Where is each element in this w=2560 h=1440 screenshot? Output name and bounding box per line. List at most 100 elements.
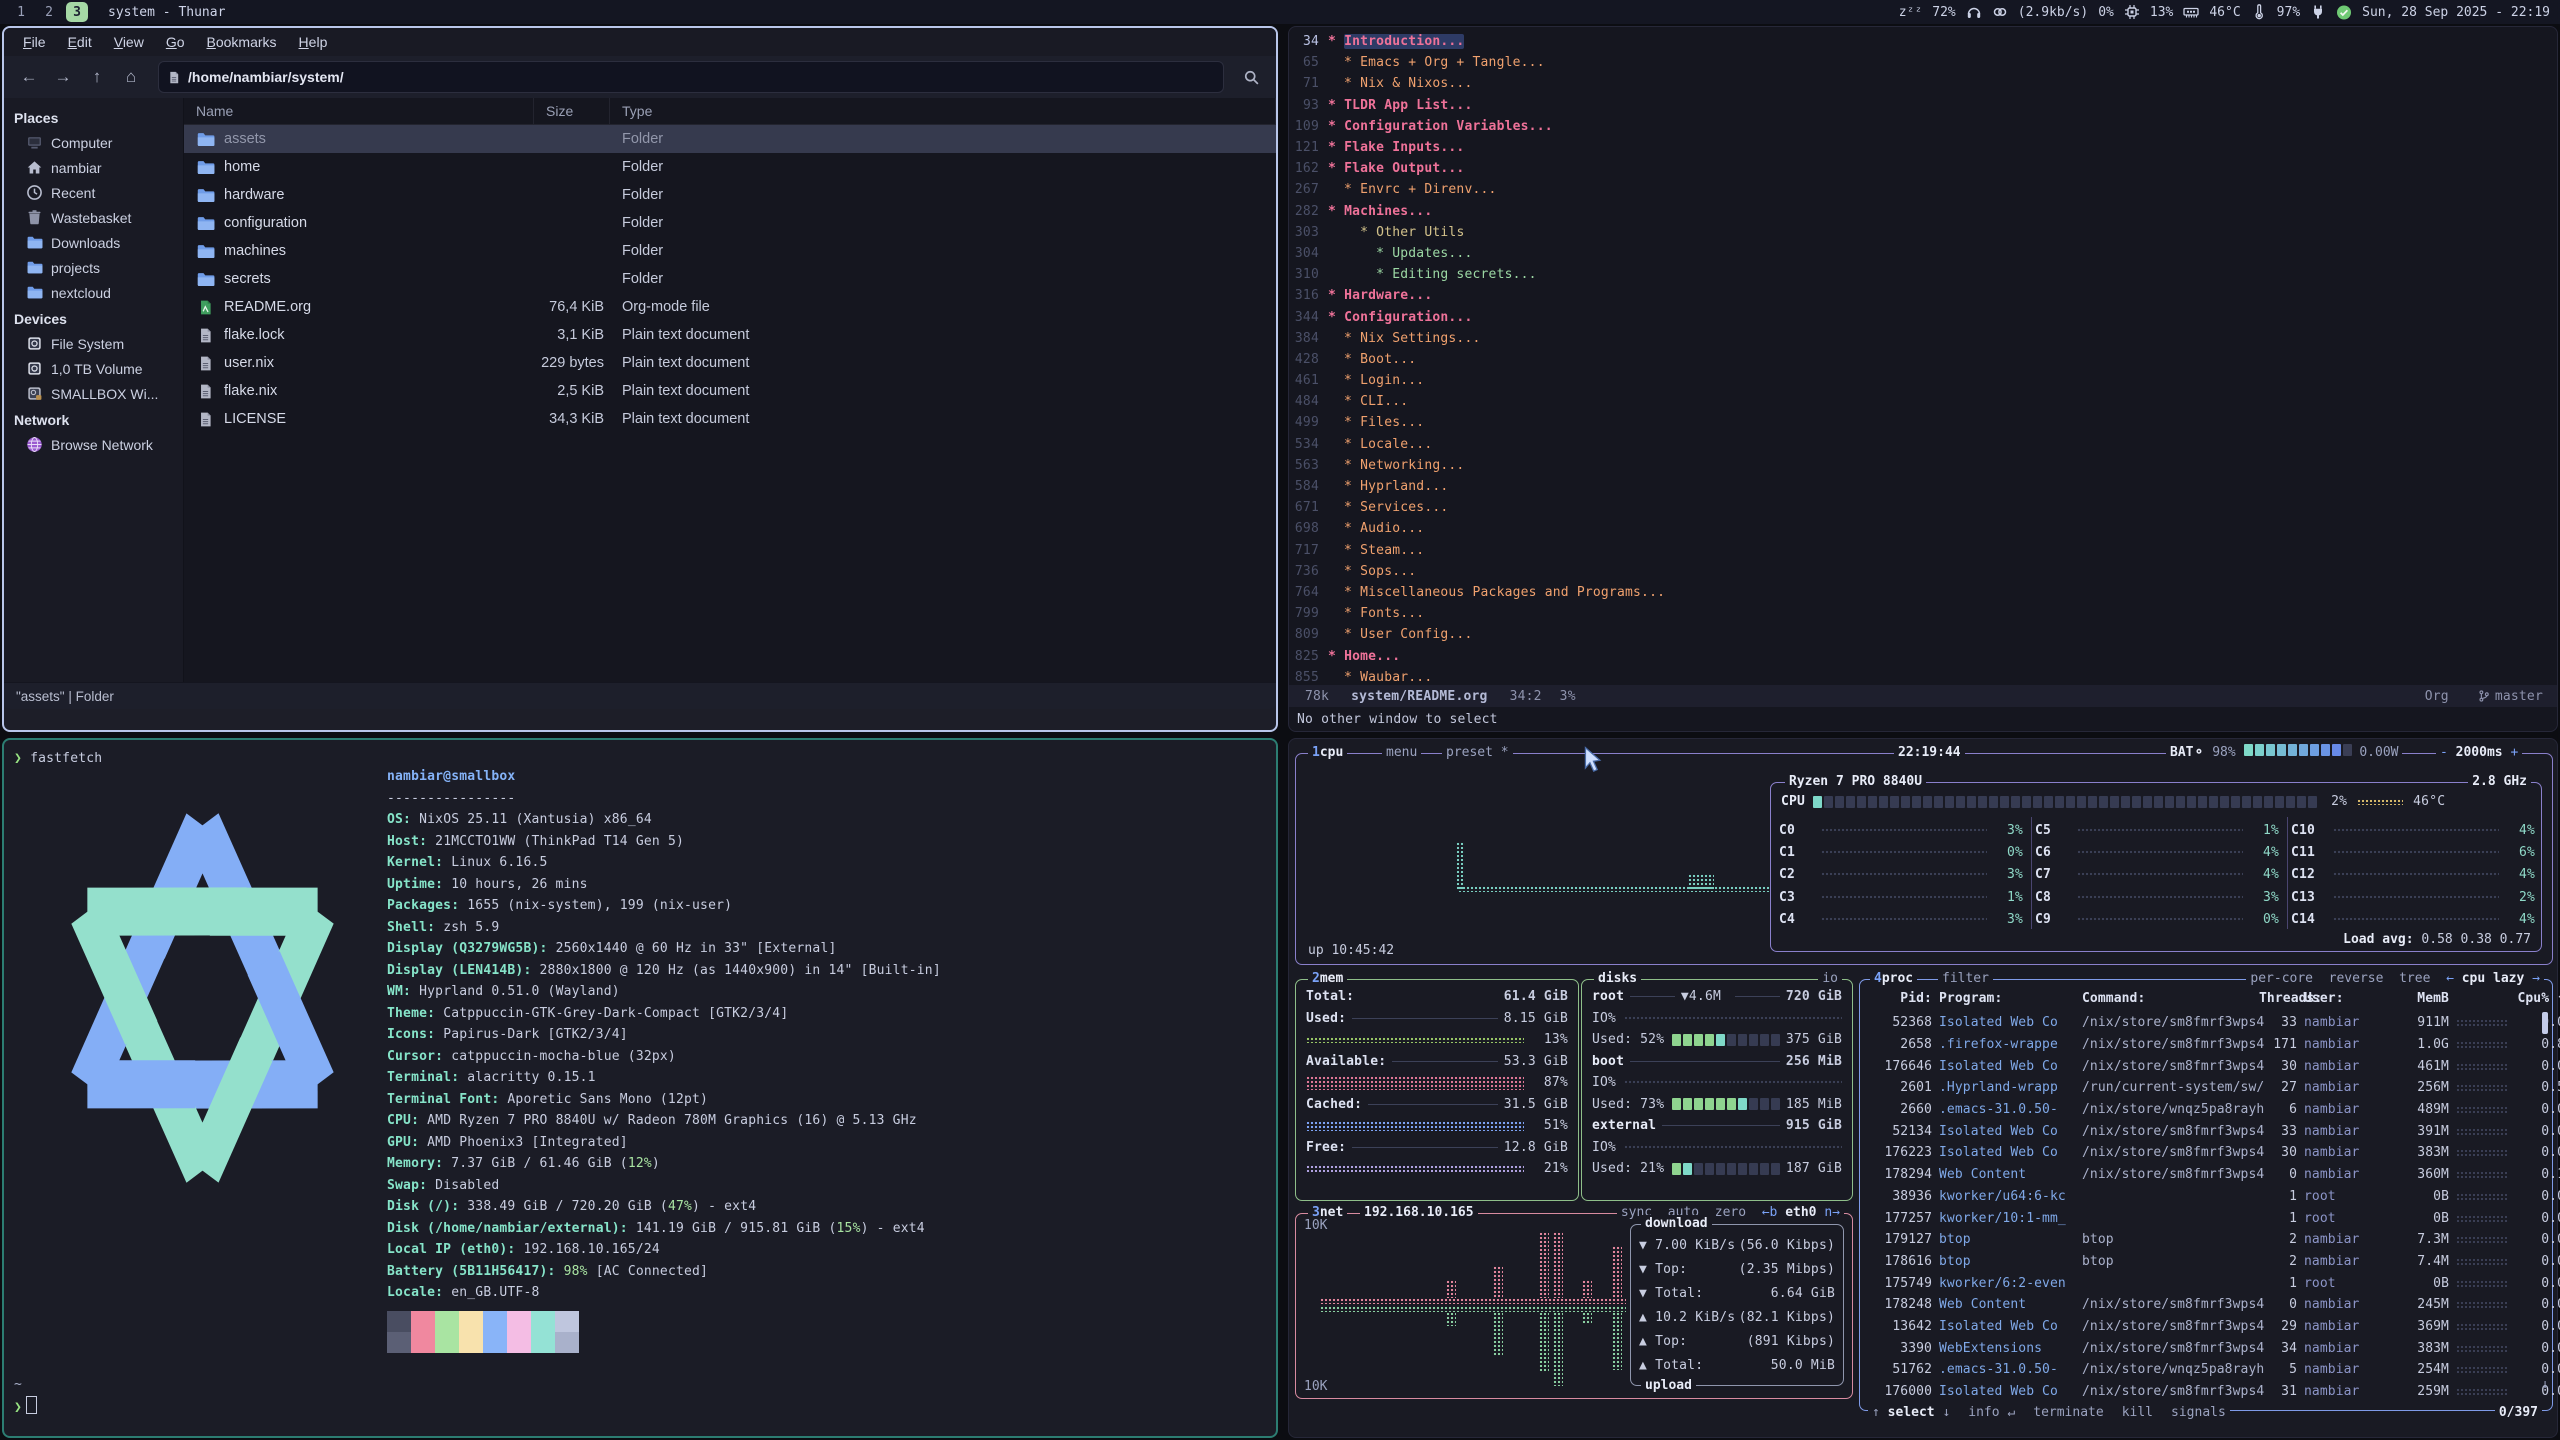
process-row[interactable]: 176223Isolated Web Co/nix/store/sm8fmrf3… [1870, 1142, 2538, 1164]
tray-item-thermometer[interactable] [2251, 4, 2267, 20]
process-row[interactable]: 51762.emacs-31.0.50-/nix/store/wnqz5pa8r… [1870, 1359, 2538, 1381]
workspace-1[interactable]: 1 [10, 2, 32, 22]
org-heading-line[interactable]: 65 * Emacs + Org + Tangle... [1289, 52, 2557, 73]
file-row[interactable]: LICENSE34,3 KiBPlain text document [184, 405, 1276, 433]
org-heading-line[interactable]: 736 * Sops... [1289, 561, 2557, 582]
org-heading-line[interactable]: 799 * Fonts... [1289, 603, 2557, 624]
menu-file[interactable]: File [14, 31, 55, 53]
org-heading-line[interactable]: 310 * Editing secrets... [1289, 264, 2557, 285]
org-heading-line[interactable]: 34* Introduction... [1289, 31, 2557, 52]
file-row[interactable]: flake.lock3,1 KiBPlain text document [184, 321, 1276, 349]
file-row[interactable]: user.nix229 bytesPlain text document [184, 349, 1276, 377]
file-row[interactable]: hardwareFolder [184, 181, 1276, 209]
process-row[interactable]: 177257kworker/10:1-mm_1root0B0.0 [1870, 1207, 2538, 1229]
process-row[interactable]: 2660.emacs-31.0.50-/nix/store/wnqz5pa8ra… [1870, 1099, 2538, 1121]
org-heading-line[interactable]: 121* Flake Inputs... [1289, 137, 2557, 158]
process-row[interactable]: 179127btopbtop2nambiar7.3M0.0 [1870, 1229, 2538, 1251]
sidebar-item-nambiar[interactable]: nambiar [4, 155, 183, 180]
menu-go[interactable]: Go [157, 31, 194, 53]
menu-view[interactable]: View [105, 31, 153, 53]
tray-text-5[interactable]: 0% [2098, 5, 2114, 20]
filter-button[interactable]: filter [1938, 970, 1993, 988]
shell-prompt-2[interactable]: ❯ [14, 1396, 37, 1419]
workspace-2[interactable]: 2 [38, 2, 60, 22]
process-row[interactable]: 3390WebExtensions/nix/store/sm8fmrf3wps4… [1870, 1337, 2538, 1359]
file-row[interactable]: README.org76,4 KiBOrg-mode file [184, 293, 1276, 321]
cpu-box-label[interactable]: 1cpu [1308, 744, 1347, 762]
org-heading-line[interactable]: 717 * Steam... [1289, 540, 2557, 561]
proc-col-header[interactable]: Command: [2082, 991, 2252, 1006]
sidebar-item-1-0-tb-volume[interactable]: 1,0 TB Volume [4, 356, 183, 381]
interval-chip[interactable]: - 2000ms + [2436, 744, 2522, 762]
tray-text-9[interactable]: 46°C [2209, 5, 2240, 20]
tray-item-ram[interactable] [2183, 4, 2199, 20]
tray-text-11[interactable]: 97% [2277, 5, 2300, 20]
proc-col-header[interactable]: Program: [1939, 991, 2075, 1006]
org-heading-line[interactable]: 698 * Audio... [1289, 518, 2557, 539]
org-heading-line[interactable]: 484 * CLI... [1289, 391, 2557, 412]
workspace-3[interactable]: 3 [66, 2, 88, 22]
org-heading-line[interactable]: 809 * User Config... [1289, 624, 2557, 645]
proc-col-header[interactable]: Threads: [2259, 991, 2297, 1006]
proc-action-3[interactable]: kill [2122, 1405, 2153, 1420]
sidebar-item-nextcloud[interactable]: nextcloud [4, 280, 183, 305]
proc-action-2[interactable]: terminate [2033, 1405, 2103, 1420]
org-heading-line[interactable]: 316* Hardware... [1289, 285, 2557, 306]
forward-button[interactable]: → [48, 62, 78, 92]
org-heading-line[interactable]: 71 * Nix & Nixos... [1289, 73, 2557, 94]
org-heading-line[interactable]: 764 * Miscellaneous Packages and Program… [1289, 582, 2557, 603]
file-row[interactable]: assetsFolder [184, 125, 1276, 153]
org-heading-line[interactable]: 304 * Updates... [1289, 243, 2557, 264]
file-row[interactable]: secretsFolder [184, 265, 1276, 293]
search-button[interactable] [1236, 62, 1266, 92]
file-row[interactable]: homeFolder [184, 153, 1276, 181]
proc-action-4[interactable]: signals [2171, 1405, 2226, 1420]
column-header-type[interactable]: Type [610, 98, 1276, 124]
proc-col-header[interactable]: Cpu% ↑ [2515, 991, 2560, 1006]
process-row[interactable]: 2601.Hyprland-wrapp/run/current-system/s… [1870, 1077, 2538, 1099]
file-row[interactable]: configurationFolder [184, 209, 1276, 237]
org-heading-line[interactable]: 282* Machines... [1289, 201, 2557, 222]
process-row[interactable]: 2658.firefox-wrappe/nix/store/sm8fmrf3wp… [1870, 1034, 2538, 1056]
sidebar-item-file-system[interactable]: File System [4, 331, 183, 356]
sidebar-item-browse-network[interactable]: Browse Network [4, 432, 183, 457]
sidebar-item-downloads[interactable]: Downloads [4, 230, 183, 255]
sidebar-item-smallbox-wi-[interactable]: SMALLBOX Wi... [4, 381, 183, 406]
org-heading-line[interactable]: 162* Flake Output... [1289, 158, 2557, 179]
menu-bookmarks[interactable]: Bookmarks [198, 31, 286, 53]
process-row[interactable]: 13642Isolated Web Co/nix/store/sm8fmrf3w… [1870, 1316, 2538, 1338]
proc-options[interactable]: per-core reverse tree ← cpu lazy → [2246, 970, 2544, 988]
tray-text-14[interactable]: Sun, 28 Sep 2025 - 22:19 [2362, 5, 2550, 20]
process-row[interactable]: 178616btopbtop2nambiar7.4M0.0 [1870, 1251, 2538, 1273]
org-heading-line[interactable]: 303 * Other Utils [1289, 222, 2557, 243]
tray-text-7[interactable]: 13% [2150, 5, 2173, 20]
preset-button[interactable]: preset * [1442, 744, 1513, 762]
process-row[interactable]: 38936kworker/u64:6-kc1root0B0.0 [1870, 1186, 2538, 1208]
org-heading-line[interactable]: 563 * Networking... [1289, 455, 2557, 476]
proc-action-1[interactable]: info ↵ [1968, 1405, 2015, 1420]
sidebar-item-projects[interactable]: projects [4, 255, 183, 280]
column-header-size[interactable]: Size [534, 98, 610, 124]
tray-item-chip[interactable] [2124, 4, 2140, 20]
org-heading-line[interactable]: 384 * Nix Settings... [1289, 328, 2557, 349]
home-button[interactable]: ⌂ [116, 62, 146, 92]
sidebar-item-wastebasket[interactable]: Wastebasket [4, 205, 183, 230]
up-button[interactable]: ↑ [82, 62, 112, 92]
process-row[interactable]: 52134Isolated Web Co/nix/store/sm8fmrf3w… [1870, 1120, 2538, 1142]
process-row[interactable]: 178248Web Content/nix/store/sm8fmrf3wps4… [1870, 1294, 2538, 1316]
org-heading-line[interactable]: 344* Configuration... [1289, 306, 2557, 327]
process-row[interactable]: 176646Isolated Web Co/nix/store/sm8fmrf3… [1870, 1055, 2538, 1077]
proc-box-label[interactable]: 4proc [1870, 970, 1917, 988]
org-heading-line[interactable]: 499 * Files... [1289, 412, 2557, 433]
proc-col-header[interactable]: MemB [2395, 991, 2449, 1006]
org-heading-line[interactable]: 461 * Login... [1289, 370, 2557, 391]
org-heading-line[interactable]: 825* Home... [1289, 645, 2557, 666]
proc-col-header[interactable]: User: [2304, 991, 2388, 1006]
tray-item-link[interactable] [1992, 4, 2008, 20]
file-row[interactable]: flake.nix2,5 KiBPlain text document [184, 377, 1276, 405]
sidebar-item-computer[interactable]: Computer [4, 130, 183, 155]
tray-item-check-circle[interactable] [2336, 4, 2352, 20]
process-row[interactable]: 176000Isolated Web Co/nix/store/sm8fmrf3… [1870, 1381, 2538, 1403]
org-heading-line[interactable]: 671 * Services... [1289, 497, 2557, 518]
tray-text-4[interactable]: (2.9kb/s) [2018, 5, 2088, 20]
